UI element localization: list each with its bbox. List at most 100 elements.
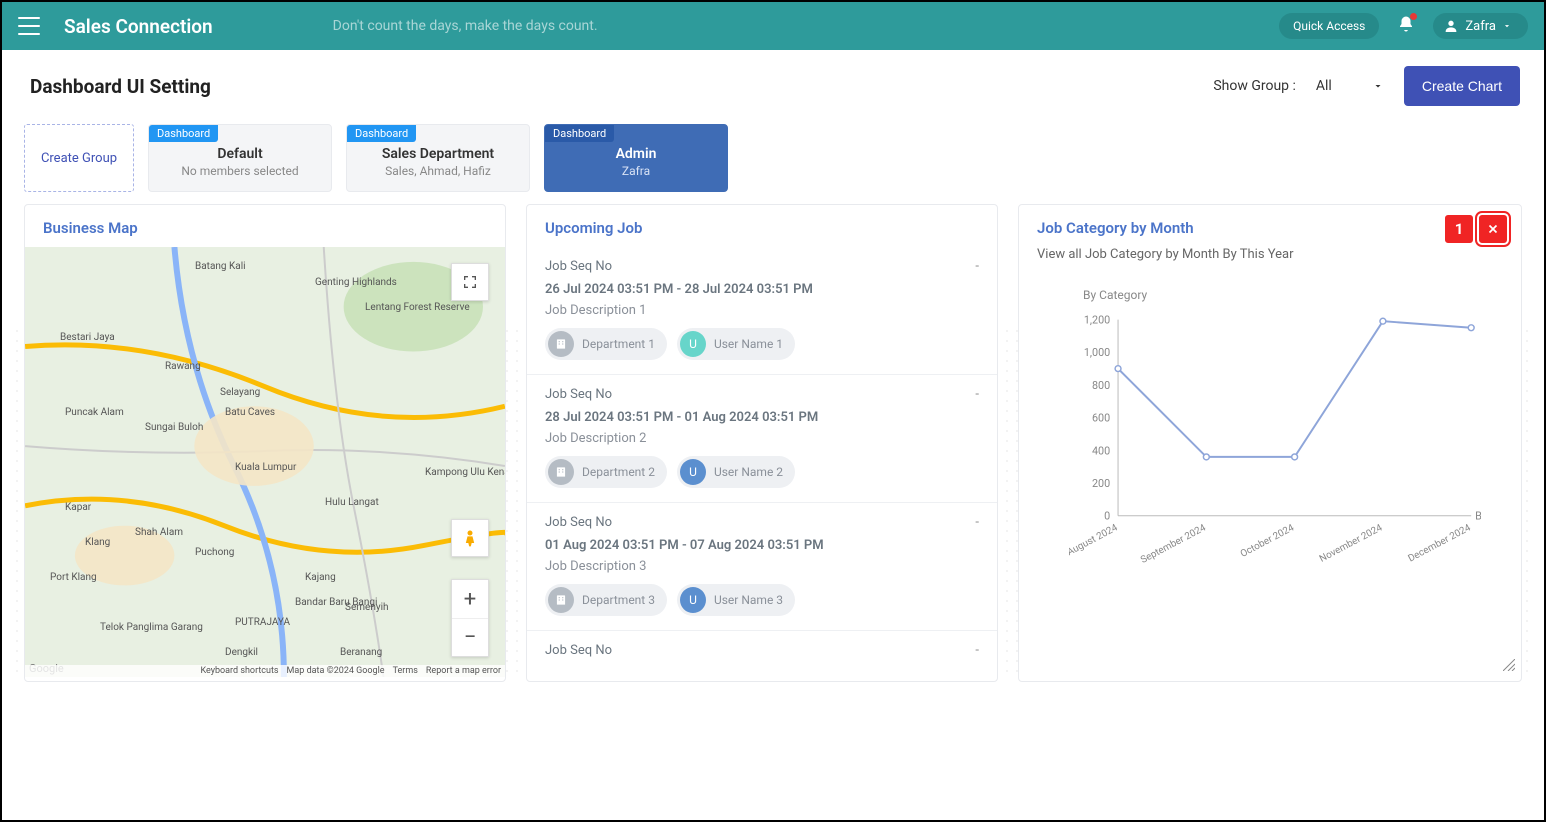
map-place-label: Kajang [305, 572, 336, 583]
map-place-label: Port Klang [50, 572, 97, 583]
user-avatar-icon: U [680, 331, 706, 357]
show-group-label: Show Group : [1213, 78, 1296, 94]
department-label: Department 1 [582, 337, 655, 351]
groups-row: Create Group Dashboard Default No member… [2, 124, 1544, 204]
svg-text:September 2024: September 2024 [1139, 522, 1208, 566]
chevron-down-icon [1372, 80, 1384, 92]
svg-text:October 2024: October 2024 [1239, 522, 1297, 560]
job-item[interactable]: Job Seq No - 26 Jul 2024 03:51 PM - 28 Jul… [527, 247, 997, 374]
map-place-label: Shah Alam [135, 527, 183, 538]
map-place-label: Dengkil [225, 647, 258, 658]
user-name-label: Zafra [1465, 19, 1496, 34]
user-chip[interactable]: U User Name 1 [677, 328, 795, 360]
svg-text:August 2024: August 2024 [1069, 522, 1120, 558]
map-place-label: Beranang [340, 647, 382, 658]
department-label: Department 2 [582, 465, 655, 479]
user-name-label: User Name 1 [714, 337, 783, 351]
map-data-label: Map data ©2024 Google [287, 666, 385, 676]
map-place-label: Hulu Langat [325, 497, 379, 508]
user-name-label: User Name 2 [714, 465, 783, 479]
building-icon [548, 459, 574, 485]
map-keyboard-shortcuts[interactable]: Keyboard shortcuts [200, 666, 278, 676]
svg-text:December 2024: December 2024 [1406, 522, 1473, 564]
job-seq-no: Job Seq No [545, 259, 612, 274]
map-terms-link[interactable]: Terms [393, 666, 418, 676]
user-avatar-icon: U [680, 459, 706, 485]
user-icon [1443, 18, 1459, 34]
map-report-link[interactable]: Report a map error [426, 666, 501, 676]
group-badge: Dashboard [149, 125, 218, 142]
jobs-list[interactable]: Job Seq No-26 Jul 2024 03:51 PM - 28 Jul… [527, 247, 997, 681]
upcoming-job-panel: Upcoming Job Job Seq No-26 Jul 2024 03:5… [526, 204, 998, 682]
create-group-button[interactable]: Create Group [24, 124, 134, 192]
job-dash: - [975, 259, 979, 274]
group-badge: Dashboard [545, 125, 614, 142]
job-item[interactable]: Job Seq No- [527, 630, 997, 672]
map-place-label: Sungai Buloh [145, 422, 203, 433]
department-chip[interactable]: Department 2 [545, 456, 667, 488]
department-chip[interactable]: Department 1 [545, 328, 667, 360]
chart-close-button[interactable] [1479, 215, 1507, 243]
svg-text:November 2024: November 2024 [1318, 522, 1385, 565]
zoom-in-button[interactable]: + [452, 580, 488, 618]
user-avatar-icon: U [680, 587, 706, 613]
top-bar: Sales Connection Don't count the days, m… [2, 2, 1544, 50]
notifications-bell-icon[interactable] [1397, 15, 1415, 37]
menu-hamburger-icon[interactable] [18, 17, 40, 35]
map-place-label: Bestari Jaya [60, 332, 115, 343]
building-icon [548, 331, 574, 357]
user-chip[interactable]: U User Name 3 [677, 584, 795, 616]
panel-title-jobs: Upcoming Job [527, 205, 997, 247]
group-card-sales-department[interactable]: Dashboard Sales Department Sales, Ahmad,… [346, 124, 530, 192]
map-place-label: Rawang [165, 361, 201, 372]
job-date-range: 26 Jul 2024 03:51 PM - 28 Jul 2024 03:51… [545, 282, 979, 297]
map-fullscreen-button[interactable] [451, 263, 489, 301]
panel-title-map: Business Map [25, 205, 505, 247]
chart-badge-number: 1 [1445, 215, 1473, 243]
job-seq-no: Job Seq No [545, 387, 612, 402]
pegman-icon [460, 528, 480, 548]
user-chip[interactable]: U User Name 2 [677, 456, 795, 488]
group-badge: Dashboard [347, 125, 416, 142]
map-place-label: Puncak Alam [65, 407, 124, 418]
map-place-label: Batu Caves [225, 407, 275, 418]
svg-text:400: 400 [1092, 444, 1110, 457]
job-dash: - [975, 643, 979, 658]
panel-subtitle-chart: View all Job Category by Month By This Y… [1019, 247, 1521, 268]
notification-dot [1410, 13, 1417, 20]
job-item[interactable]: Job Seq No-01 Aug 2024 03:51 PM - 07 Aug… [527, 502, 997, 630]
building-icon [548, 587, 574, 613]
job-category-chart-panel: 1 Job Category by Month View all Job Cat… [1018, 204, 1522, 682]
group-name: Default [217, 146, 262, 162]
group-members: Sales, Ahmad, Hafiz [385, 164, 491, 178]
user-menu[interactable]: Zafra [1433, 13, 1528, 39]
job-description: Job Description 1 [545, 303, 979, 318]
job-dash: - [975, 515, 979, 530]
job-description: Job Description 2 [545, 431, 979, 446]
zoom-out-button[interactable]: − [452, 618, 488, 656]
map-place-label: Puchong [195, 547, 234, 558]
resize-handle-icon[interactable] [1503, 656, 1515, 675]
svg-text:1,200: 1,200 [1084, 313, 1110, 326]
chevron-down-icon [1502, 21, 1512, 31]
line-chart: 02004006008001,0001,200August 2024Septem… [1069, 302, 1481, 602]
map-place-label: Klang [85, 537, 110, 548]
show-group-select[interactable]: All [1310, 74, 1390, 98]
svg-text:0: 0 [1104, 510, 1110, 523]
department-chip[interactable]: Department 3 [545, 584, 667, 616]
create-chart-button[interactable]: Create Chart [1404, 66, 1520, 106]
job-date-range: 28 Jul 2024 03:51 PM - 01 Aug 2024 03:51… [545, 410, 979, 425]
map-canvas[interactable]: Batang KaliGenting HighlandsLentang Fore… [25, 247, 505, 677]
quick-access-button[interactable]: Quick Access [1279, 13, 1379, 39]
brand-title: Sales Connection [64, 15, 213, 38]
user-name-label: User Name 3 [714, 593, 783, 607]
group-card-default[interactable]: Dashboard Default No members selected [148, 124, 332, 192]
close-icon [1486, 222, 1500, 236]
map-zoom-control: + − [451, 579, 489, 657]
svg-text:200: 200 [1092, 477, 1110, 490]
svg-text:800: 800 [1092, 379, 1110, 392]
svg-text:By Mo: By Mo [1475, 510, 1481, 523]
job-item[interactable]: Job Seq No-28 Jul 2024 03:51 PM - 01 Aug… [527, 374, 997, 502]
map-streetview-button[interactable] [451, 519, 489, 557]
group-card-admin[interactable]: Dashboard Admin Zafra [544, 124, 728, 192]
